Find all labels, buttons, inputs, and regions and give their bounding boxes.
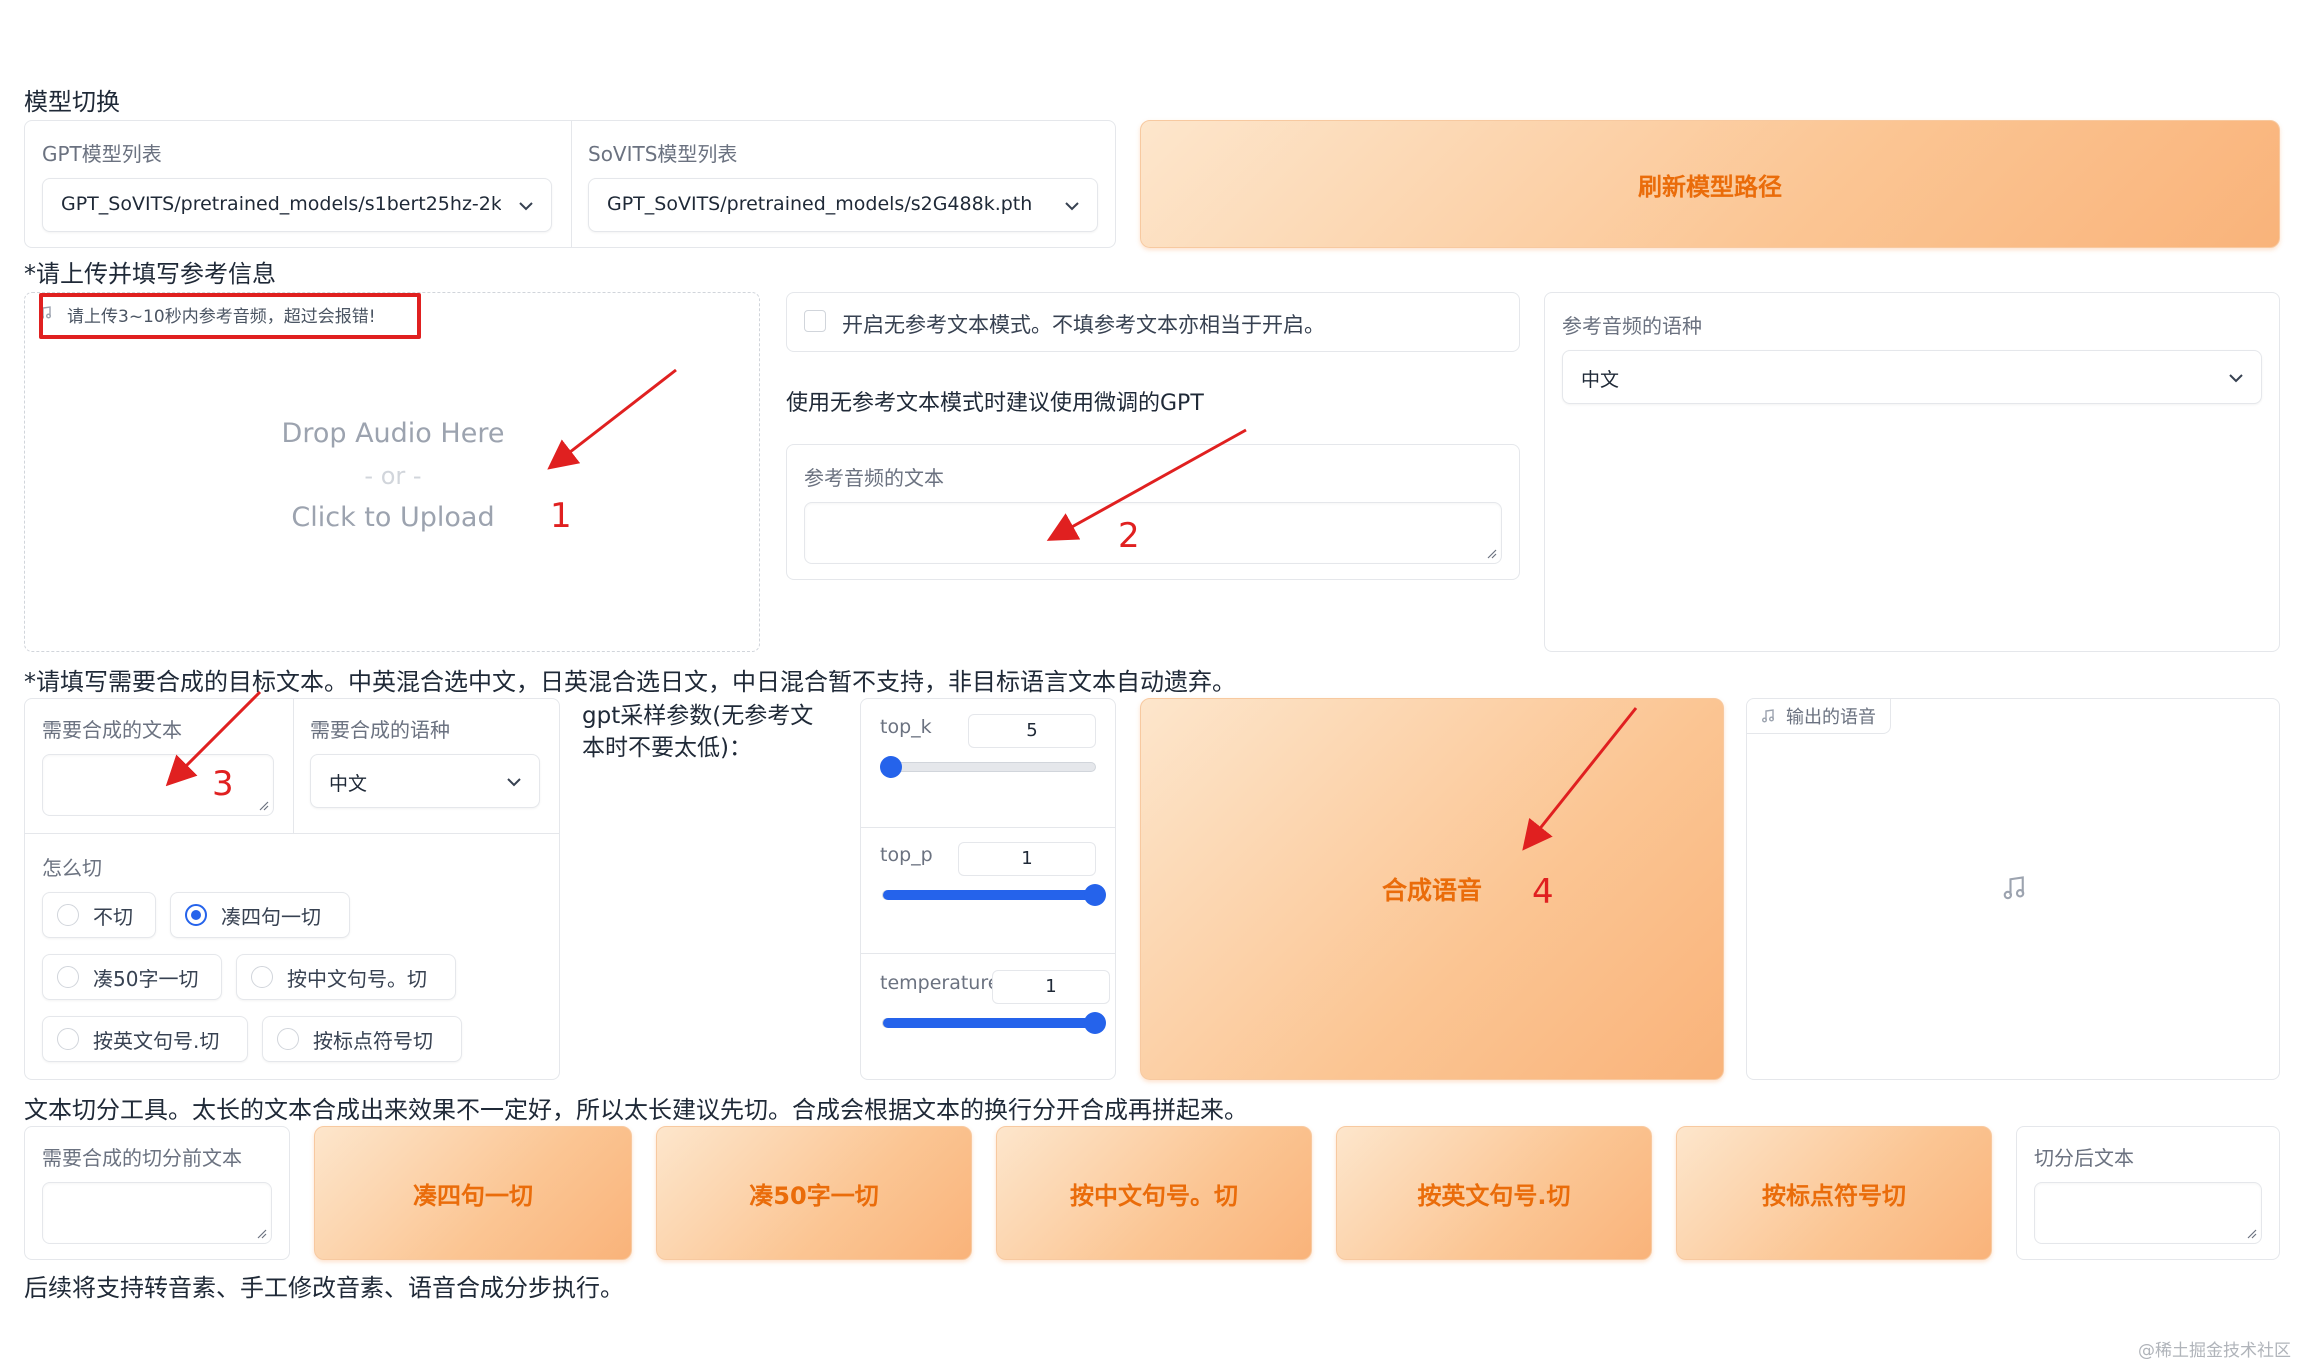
cut-option-cn-period[interactable]: 按中文句号。切	[236, 954, 456, 1000]
target-text-label: 需要合成的文本	[42, 718, 182, 742]
sovits-model-value: GPT_SoVITS/pretrained_models/s2G488k.pth	[607, 193, 1033, 215]
chevron-down-icon	[519, 202, 533, 211]
footer-note: 后续将支持转音素、手工修改音素、语音合成分步执行。	[24, 1274, 624, 1302]
top-p-slider-thumb[interactable]	[1084, 884, 1106, 906]
refresh-models-button[interactable]: 刷新模型路径	[1140, 120, 2280, 248]
radio-dot	[251, 966, 273, 988]
resize-grip-icon[interactable]	[255, 1227, 267, 1239]
top-k-input[interactable]: 5	[968, 714, 1096, 748]
radio-label: 凑50字一切	[93, 966, 199, 991]
upload-prompt: Drop Audio Here - or - Click to Upload	[25, 413, 761, 539]
cut-option-en-period[interactable]: 按英文句号.切	[42, 1016, 248, 1062]
ref-lang-value: 中文	[1581, 369, 1620, 391]
target-lang-select[interactable]: 中文	[310, 754, 540, 808]
click-upload-text: Click to Upload	[291, 502, 495, 533]
resize-grip-icon[interactable]	[2245, 1227, 2257, 1239]
divider	[861, 827, 1115, 828]
annotation-number-1: 1	[550, 496, 572, 536]
ref-lang-panel	[1544, 292, 2280, 652]
top-p-slider-fill	[883, 890, 1095, 900]
radio-label: 按标点符号切	[313, 1028, 433, 1053]
music-note-icon	[1762, 708, 1774, 722]
chevron-down-icon	[1065, 202, 1079, 211]
chevron-down-icon	[2229, 374, 2243, 383]
synthesis-heading: *请填写需要合成的目标文本。中英混合选中文，日英混合选日文，中日混合暂不支持，非…	[24, 668, 1236, 696]
gpt-params-label: gpt采样参数(无参考文本时不要太低)：	[582, 703, 814, 761]
upload-tip: 请上传3~10秒内参考音频，超过会报错!	[67, 307, 376, 327]
temperature-slider-fill	[883, 1018, 1095, 1028]
radio-label: 不切	[93, 904, 133, 929]
radio-dot	[57, 1028, 79, 1050]
annotation-number-4: 4	[1532, 872, 1554, 912]
split-cn-period-button[interactable]: 按中文句号。切	[996, 1126, 1312, 1260]
free-mode-hint: 使用无参考文本模式时建议使用微调的GPT	[786, 391, 1204, 416]
split-four-sentences-button[interactable]: 凑四句一切	[314, 1126, 632, 1260]
temperature-input[interactable]: 1	[992, 970, 1110, 1004]
split-en-period-button[interactable]: 按英文句号.切	[1336, 1126, 1652, 1260]
free-mode-label: 开启无参考文本模式。不填参考文本亦相当于开启。	[842, 313, 1325, 337]
top-k-label: top_k	[880, 716, 932, 738]
cut-option-none[interactable]: 不切	[42, 892, 156, 938]
divider	[25, 833, 559, 834]
ref-lang-label: 参考音频的语种	[1562, 314, 1702, 338]
radio-label: 按英文句号.切	[93, 1028, 220, 1053]
chevron-down-icon	[507, 778, 521, 787]
or-text: - or -	[364, 462, 422, 490]
split-50-chars-button[interactable]: 凑50字一切	[656, 1126, 972, 1260]
top-k-slider[interactable]	[880, 756, 1096, 778]
radio-dot	[57, 966, 79, 988]
output-audio-tab: 输出的语音	[1746, 698, 1891, 734]
model-switch-heading: 模型切换	[24, 88, 120, 116]
music-note-icon	[2003, 876, 2025, 900]
watermark: @稀土掘金技术社区	[2138, 1341, 2291, 1361]
top-p-slider[interactable]	[882, 884, 1106, 906]
ref-text-input[interactable]	[804, 502, 1502, 564]
sovits-model-select[interactable]: GPT_SoVITS/pretrained_models/s2G488k.pth	[588, 178, 1098, 232]
ref-lang-select[interactable]: 中文	[1562, 350, 2262, 404]
divider	[571, 121, 572, 247]
radio-label: 凑四句一切	[221, 904, 321, 929]
cut-option-four-sentences[interactable]: 凑四句一切	[170, 892, 350, 938]
cut-option-50-chars[interactable]: 凑50字一切	[42, 954, 222, 1000]
top-p-input[interactable]: 1	[958, 842, 1096, 876]
top-p-label: top_p	[880, 844, 933, 866]
resize-grip-icon[interactable]	[257, 799, 269, 811]
split-before-label: 需要合成的切分前文本	[42, 1146, 242, 1170]
radio-dot-selected	[185, 904, 207, 926]
temperature-slider-thumb[interactable]	[1084, 1012, 1106, 1034]
split-before-input[interactable]	[42, 1182, 272, 1244]
synthesize-button[interactable]: 合成语音	[1140, 698, 1724, 1080]
output-audio-label: 输出的语音	[1786, 706, 1876, 728]
temperature-label: temperature	[880, 972, 1000, 994]
divider	[861, 953, 1115, 954]
gpt-model-label: GPT模型列表	[42, 142, 162, 166]
gpt-model-value: GPT_SoVITS/pretrained_models/s1bert25hz-…	[61, 193, 501, 215]
free-mode-checkbox[interactable]	[804, 310, 826, 332]
target-lang-label: 需要合成的语种	[310, 718, 450, 742]
cut-method-label: 怎么切	[42, 856, 102, 880]
drop-text: Drop Audio Here	[281, 418, 505, 449]
split-punctuation-button[interactable]: 按标点符号切	[1676, 1126, 1992, 1260]
target-text-input[interactable]	[42, 754, 274, 816]
annotation-number-3: 3	[212, 764, 234, 804]
split-after-output[interactable]	[2034, 1182, 2262, 1244]
radio-dot	[277, 1028, 299, 1050]
split-tool-heading: 文本切分工具。太长的文本合成出来效果不一定好，所以太长建议先切。合成会根据文本的…	[24, 1096, 1248, 1124]
split-after-label: 切分后文本	[2034, 1146, 2134, 1170]
gpt-model-select[interactable]: GPT_SoVITS/pretrained_models/s1bert25hz-…	[42, 178, 552, 232]
reference-heading: *请上传并填写参考信息	[24, 260, 276, 288]
temperature-slider[interactable]	[882, 1012, 1106, 1034]
resize-grip-icon[interactable]	[1485, 547, 1497, 559]
divider	[293, 699, 294, 833]
radio-label: 按中文句号。切	[287, 966, 427, 991]
radio-dot	[57, 904, 79, 926]
cut-option-punctuation[interactable]: 按标点符号切	[262, 1016, 462, 1062]
audio-upload-dropzone[interactable]: 请上传3~10秒内参考音频，超过会报错! Drop Audio Here - o…	[24, 292, 760, 652]
annotation-number-2: 2	[1118, 516, 1140, 556]
target-lang-value: 中文	[329, 773, 368, 795]
sovits-model-label: SoVITS模型列表	[588, 142, 738, 166]
ref-text-label: 参考音频的文本	[804, 466, 944, 490]
